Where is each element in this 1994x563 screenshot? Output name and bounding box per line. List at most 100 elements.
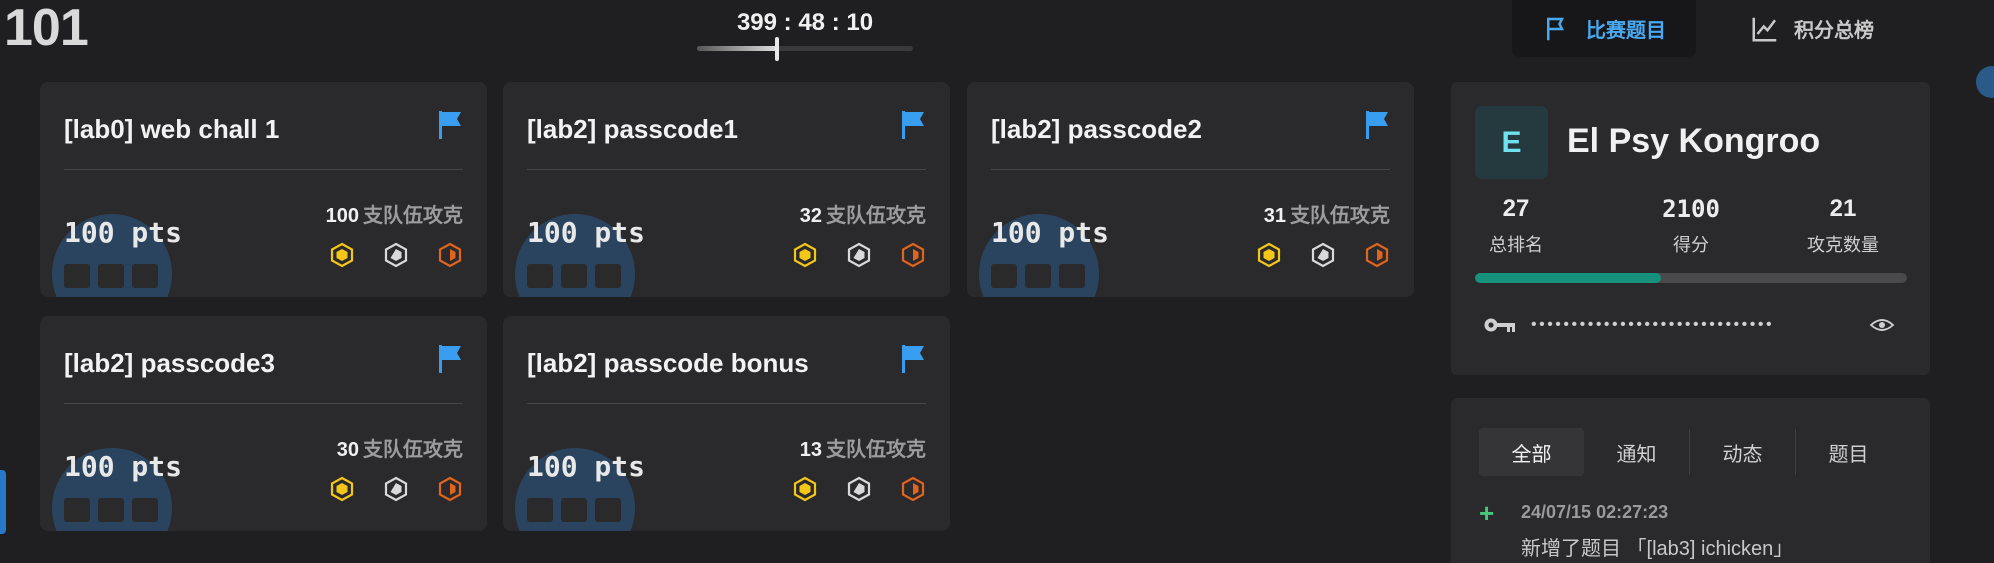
first-blood-icon [330, 476, 354, 502]
flag-icon [439, 111, 461, 139]
notice-tab-announcements[interactable]: 通知 [1584, 428, 1689, 476]
notice-tab-challenges[interactable]: 题目 [1796, 428, 1901, 476]
challenge-card[interactable]: [lab2] passcode2 100 pts 31 支队伍攻克 [967, 82, 1414, 297]
third-blood-icon [1365, 242, 1389, 268]
game-title: 101 [4, 0, 89, 57]
solve-suffix: 支队伍攻克 [363, 439, 463, 461]
solve-suffix: 支队伍攻克 [1290, 205, 1390, 227]
third-blood-icon [438, 476, 462, 502]
challenge-title: [lab2] passcode3 [64, 348, 275, 378]
second-blood-icon [1311, 242, 1335, 268]
challenge-card[interactable]: [lab2] passcode3 100 pts 30 支队伍攻克 [40, 316, 487, 531]
stat-rank-value: 27 [1502, 195, 1530, 222]
card-divider [64, 403, 463, 404]
challenge-points: 100 pts [527, 216, 646, 249]
blood-medals [792, 476, 926, 502]
team-progress-fill [1475, 273, 1661, 283]
challenge-title: [lab2] passcode bonus [527, 348, 809, 378]
flag-icon [902, 111, 924, 139]
nav-tab-scoreboard-label: 积分总榜 [1794, 20, 1874, 42]
card-divider [527, 169, 926, 170]
solve-count: 31 [1263, 205, 1286, 227]
third-blood-icon [901, 242, 925, 268]
challenge-solves: 32 支队伍攻克 [800, 199, 926, 228]
notice-tabs: 全部 通知 动态 题目 [1479, 428, 1901, 476]
challenge-title: [lab0] web chall 1 [64, 114, 280, 144]
card-divider [991, 169, 1390, 170]
flag-icon [902, 345, 924, 373]
team-token-field[interactable]: •••••••••••••••••••••••••••••• [1483, 310, 1895, 340]
timer-progress-bar [697, 46, 913, 51]
nav-tab-challenges-label: 比赛题目 [1586, 20, 1666, 42]
stat-score-label: 得分 [1673, 235, 1709, 255]
challenge-card[interactable]: [lab0] web chall 1 100 pts 100 支队伍攻克 [40, 82, 487, 297]
notice-panel: 全部 通知 动态 题目 + 24/07/15 02:27:23 新增了题目 「[… [1451, 398, 1930, 563]
plus-icon: + [1479, 498, 1495, 528]
token-masked-value: •••••••••••••••••••••••••••••• [1531, 316, 1775, 333]
blood-medals [329, 242, 463, 268]
stat-score-value: 2100 [1662, 195, 1720, 223]
challenge-points: 100 pts [64, 216, 183, 249]
third-blood-icon [901, 476, 925, 502]
line-chart-icon [1752, 17, 1777, 41]
challenge-solves: 13 支队伍攻克 [800, 433, 926, 462]
user-avatar-edge[interactable] [1976, 66, 1994, 98]
notice-tab-activity[interactable]: 动态 [1690, 428, 1795, 476]
third-blood-icon [438, 242, 462, 268]
blood-medals [329, 476, 463, 502]
team-progress-bar [1475, 273, 1907, 283]
solve-count: 32 [799, 205, 822, 227]
blood-medals [1256, 242, 1390, 268]
solve-count: 30 [336, 439, 359, 461]
first-blood-icon [793, 242, 817, 268]
nav-tab-challenges[interactable]: 比赛题目 [1512, 0, 1696, 57]
card-divider [64, 169, 463, 170]
blood-medals [792, 242, 926, 268]
challenge-solves: 30 支队伍攻克 [337, 433, 463, 462]
challenge-title: [lab2] passcode1 [527, 114, 738, 144]
stat-score: 2100 得分 [1631, 195, 1751, 257]
challenge-solves: 100 支队伍攻克 [326, 199, 463, 228]
flag-icon [439, 345, 461, 373]
challenge-points: 100 pts [991, 216, 1110, 249]
challenge-points: 100 pts [527, 450, 646, 483]
notice-message: 新增了题目 「[lab3] ichicken」 [1521, 538, 1794, 560]
notice-time: 24/07/15 02:27:23 [1521, 502, 1669, 522]
stat-solved-value: 21 [1829, 195, 1857, 222]
key-icon [1484, 318, 1515, 332]
first-blood-icon [330, 242, 354, 268]
team-info-panel: E El Psy Kongroo 27 总排名 2100 得分 21 攻克数量 … [1451, 82, 1930, 375]
first-blood-icon [1257, 242, 1281, 268]
flag-icon [1366, 111, 1388, 139]
timer-progress-knob [774, 37, 779, 61]
challenge-card[interactable]: [lab2] passcode bonus 100 pts 13 支队伍攻克 [503, 316, 950, 531]
sidebar-edge-tab[interactable] [0, 470, 6, 534]
stat-rank: 27 总排名 [1456, 195, 1576, 257]
team-avatar: E [1475, 106, 1548, 179]
solve-suffix: 支队伍攻克 [826, 439, 926, 461]
second-blood-icon [384, 476, 408, 502]
second-blood-icon [847, 476, 871, 502]
challenge-points: 100 pts [64, 450, 183, 483]
countdown-timer: 399 : 48 : 10 [697, 0, 913, 61]
second-blood-icon [384, 242, 408, 268]
timer-text: 399 : 48 : 10 [736, 9, 874, 36]
challenge-solves: 31 支队伍攻克 [1264, 199, 1390, 228]
flag-outline-icon [1547, 17, 1565, 40]
nav-tab-scoreboard[interactable]: 积分总榜 [1720, 0, 1904, 57]
first-blood-icon [793, 476, 817, 502]
second-blood-icon [847, 242, 871, 268]
stat-solved: 21 攻克数量 [1783, 195, 1903, 257]
challenge-title: [lab2] passcode2 [991, 114, 1202, 144]
solve-suffix: 支队伍攻克 [826, 205, 926, 227]
stat-solved-label: 攻克数量 [1807, 235, 1879, 255]
eye-icon[interactable] [1869, 315, 1895, 335]
solve-suffix: 支队伍攻克 [363, 205, 463, 227]
solve-count: 100 [325, 205, 359, 227]
stat-rank-label: 总排名 [1489, 235, 1543, 255]
card-divider [527, 403, 926, 404]
notice-tab-all[interactable]: 全部 [1479, 428, 1584, 476]
team-name: El Psy Kongroo [1567, 122, 1821, 160]
timer-progress-fill [697, 46, 777, 51]
challenge-card[interactable]: [lab2] passcode1 100 pts 32 支队伍攻克 [503, 82, 950, 297]
